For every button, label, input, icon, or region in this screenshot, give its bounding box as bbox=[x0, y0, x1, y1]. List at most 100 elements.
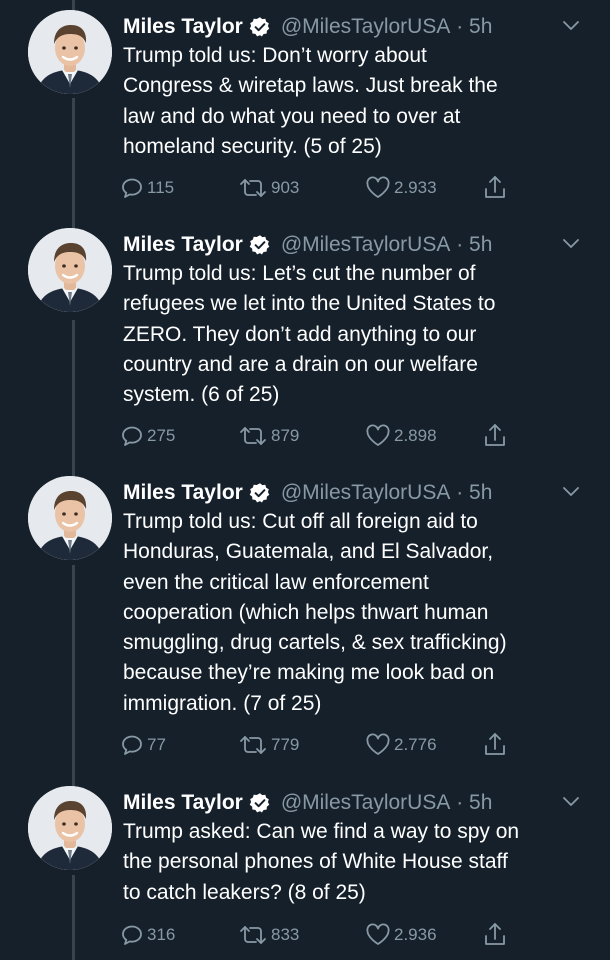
retweet-button[interactable]: 833 bbox=[238, 919, 299, 951]
like-count: 2.933 bbox=[394, 178, 437, 197]
tweet-time[interactable]: 5h bbox=[469, 481, 492, 505]
retweet-button[interactable]: 779 bbox=[238, 729, 299, 761]
tweet-text-line: Trump asked: Can we find a way to spy on bbox=[123, 820, 520, 843]
reply-count: 275 bbox=[147, 426, 176, 445]
chevron-down-icon[interactable] bbox=[562, 794, 580, 808]
like-button[interactable]: 2.776 bbox=[365, 729, 437, 761]
like-count: 2.898 bbox=[394, 426, 437, 445]
chevron-down-icon[interactable] bbox=[562, 484, 580, 498]
like-button[interactable]: 2.898 bbox=[365, 420, 437, 452]
separator-dot: · bbox=[450, 15, 470, 38]
author-handle[interactable]: @MilesTaylorUSA bbox=[281, 791, 451, 815]
tweet-text-line: immigration. (7 of 25) bbox=[123, 691, 322, 715]
tweet-time[interactable]: 5h bbox=[469, 233, 492, 257]
chevron-down-icon[interactable] bbox=[562, 18, 580, 32]
tweet-text-line: Trump told us: Let’s cut the number of bbox=[123, 262, 476, 285]
tweet-text-line: system. (6 of 25) bbox=[123, 383, 280, 407]
author-handle[interactable]: @MilesTaylorUSA bbox=[281, 15, 451, 39]
tweet-text-line: Trump told us: Don’t worry about bbox=[123, 44, 427, 67]
thread-line bbox=[72, 320, 75, 480]
reply-icon bbox=[120, 733, 144, 757]
reply-button[interactable]: 316 bbox=[120, 919, 175, 951]
share-icon bbox=[483, 175, 507, 201]
author-handle[interactable]: @MilesTaylorUSA bbox=[281, 481, 451, 505]
chevron-down-icon[interactable] bbox=[562, 236, 580, 250]
tweet-text-line: refugees we let into the United States t… bbox=[123, 292, 496, 316]
tweet-text: Trump asked: Can we find a way to spy on… bbox=[123, 817, 593, 908]
tweet-actions: 275 879 2.898 bbox=[120, 420, 540, 452]
retweet-button[interactable]: 879 bbox=[238, 420, 299, 452]
author-name[interactable]: Miles Taylor bbox=[123, 233, 243, 257]
tweet-time[interactable]: 5h bbox=[469, 15, 492, 39]
reply-button[interactable]: 77 bbox=[120, 729, 166, 761]
separator-dot: · bbox=[450, 481, 470, 504]
tweet-text-line: because they’re making me look bad on bbox=[123, 661, 495, 685]
share-button[interactable] bbox=[483, 919, 507, 951]
share-button[interactable] bbox=[483, 420, 507, 452]
reply-button[interactable]: 115 bbox=[120, 172, 174, 204]
verified-badge-icon bbox=[249, 234, 271, 256]
tweet-text: Trump told us: Let’s cut the number of r… bbox=[123, 259, 593, 410]
author-name[interactable]: Miles Taylor bbox=[123, 481, 243, 505]
retweet-count: 879 bbox=[271, 426, 300, 445]
tweet-text-line: smuggling, drug cartels, & sex trafficki… bbox=[123, 631, 507, 655]
tweet-text-line: to catch leakers? (8 of 25) bbox=[123, 880, 366, 904]
tweet-text-line: Congress & wiretap laws. Just break the bbox=[123, 74, 498, 98]
share-icon bbox=[483, 732, 507, 758]
retweet-count: 779 bbox=[271, 735, 300, 754]
heart-icon bbox=[365, 923, 391, 947]
reply-button[interactable]: 275 bbox=[120, 420, 175, 452]
tweet-header: Miles Taylor @MilesTaylorUSA · 5h bbox=[123, 10, 492, 44]
reply-icon bbox=[120, 176, 144, 200]
like-button[interactable]: 2.933 bbox=[365, 172, 437, 204]
retweet-icon bbox=[238, 176, 268, 200]
retweet-count: 833 bbox=[271, 925, 300, 944]
tweet-time[interactable]: 5h bbox=[469, 791, 492, 815]
avatar[interactable] bbox=[28, 476, 112, 560]
reply-count: 316 bbox=[147, 925, 176, 944]
share-icon bbox=[483, 423, 507, 449]
author-handle[interactable]: @MilesTaylorUSA bbox=[281, 233, 451, 257]
like-button[interactable]: 2.936 bbox=[365, 919, 437, 951]
verified-badge-icon bbox=[249, 792, 271, 814]
thread-line bbox=[72, 875, 75, 960]
heart-icon bbox=[365, 424, 391, 448]
avatar[interactable] bbox=[28, 10, 112, 94]
tweet-text-line: even the critical law enforcement bbox=[123, 570, 429, 594]
thread-line bbox=[72, 98, 75, 234]
reply-count: 115 bbox=[147, 178, 175, 197]
tweet-text-line: the personal phones of White House staff bbox=[123, 850, 508, 874]
reply-count: 77 bbox=[147, 735, 166, 754]
share-button[interactable] bbox=[483, 172, 507, 204]
reply-icon bbox=[120, 923, 144, 947]
verified-badge-icon bbox=[249, 482, 271, 504]
thread-line bbox=[72, 565, 75, 790]
tweet-text-line: law and do what you need to over at bbox=[123, 104, 461, 128]
author-name[interactable]: Miles Taylor bbox=[123, 791, 243, 815]
like-count: 2.776 bbox=[394, 735, 437, 754]
tweet-text-line: ZERO. They don’t add anything to our bbox=[123, 322, 477, 346]
share-icon bbox=[483, 922, 507, 948]
tweet-text-line: Trump told us: Cut off all foreign aid t… bbox=[123, 510, 478, 533]
tweet-text-line: country and are a drain on our welfare bbox=[123, 352, 478, 376]
tweet-text-line: homeland security. (5 of 25) bbox=[123, 134, 382, 158]
avatar[interactable] bbox=[28, 786, 112, 870]
share-button[interactable] bbox=[483, 729, 507, 761]
tweet-actions: 316 833 2.936 bbox=[120, 919, 540, 951]
tweet-header: Miles Taylor @MilesTaylorUSA · 5h bbox=[123, 476, 492, 510]
tweet-text: Trump told us: Don’t worry about Congres… bbox=[123, 41, 593, 162]
tweet-text: Trump told us: Cut off all foreign aid t… bbox=[123, 507, 593, 719]
avatar[interactable] bbox=[28, 228, 112, 312]
retweet-icon bbox=[238, 424, 268, 448]
tweet-text-line: cooperation (which helps thwart human bbox=[123, 600, 489, 624]
tweet-text-line: Honduras, Guatemala, and El Salvador, bbox=[123, 540, 494, 564]
author-name[interactable]: Miles Taylor bbox=[123, 15, 243, 39]
retweet-button[interactable]: 903 bbox=[238, 172, 299, 204]
tweet-actions: 115 903 2.933 bbox=[120, 172, 540, 204]
heart-icon bbox=[365, 733, 391, 757]
tweet-header: Miles Taylor @MilesTaylorUSA · 5h bbox=[123, 228, 492, 262]
separator-dot: · bbox=[450, 791, 470, 814]
separator-dot: · bbox=[450, 233, 470, 256]
retweet-icon bbox=[238, 923, 268, 947]
tweet-actions: 77 779 2.776 bbox=[120, 729, 540, 761]
